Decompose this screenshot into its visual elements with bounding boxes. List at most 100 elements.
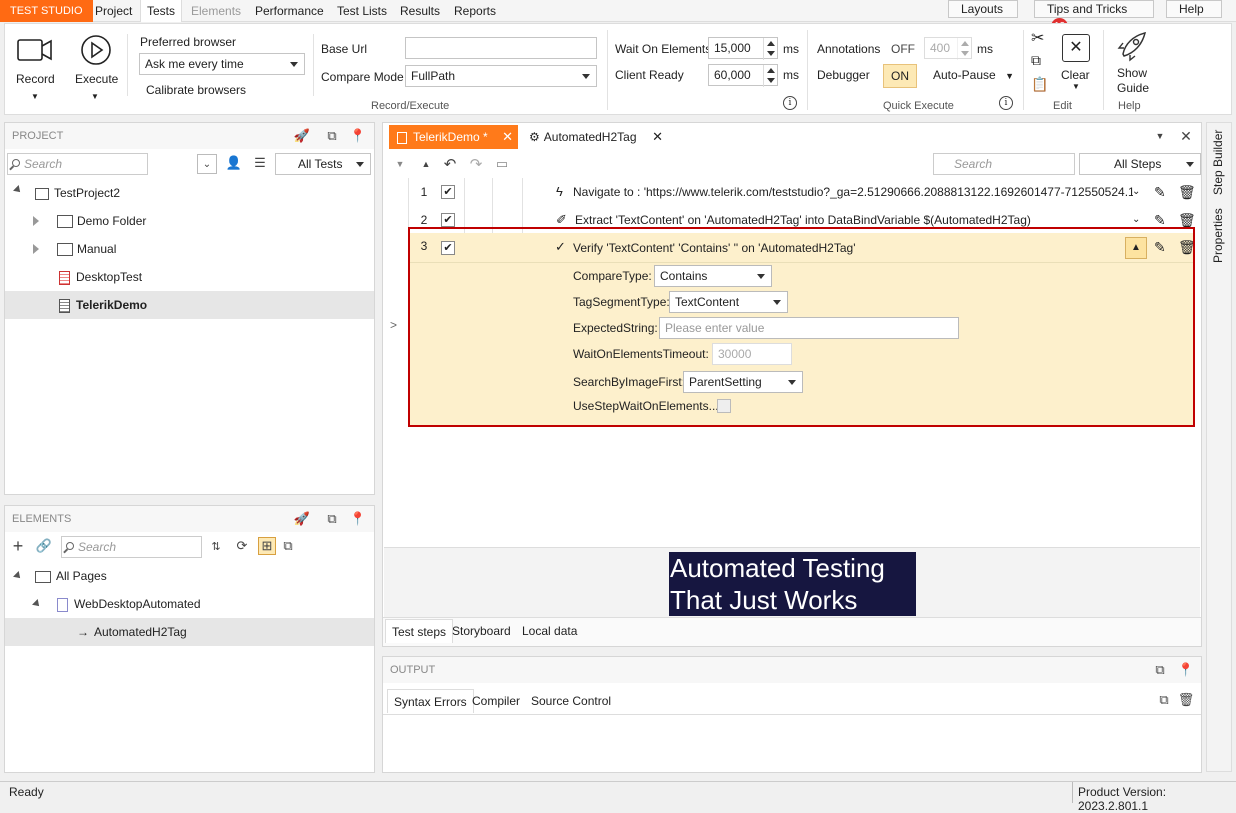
info-icon[interactable]: i bbox=[783, 96, 797, 110]
collapse-steps-icon[interactable]: ▼ bbox=[391, 155, 409, 173]
compare-type-select[interactable]: Contains bbox=[654, 265, 772, 287]
close-icon[interactable]: ✕ bbox=[652, 125, 663, 149]
tree-item-page[interactable]: WebDesktopAutomated bbox=[57, 590, 357, 618]
base-url-input[interactable] bbox=[405, 37, 597, 59]
copy-icon[interactable]: ⧉ bbox=[1031, 52, 1041, 69]
spinner-icon[interactable] bbox=[957, 38, 971, 60]
show-guide-button[interactable]: Show Guide bbox=[1109, 30, 1155, 96]
tab-list-icon[interactable]: ▼ bbox=[1151, 127, 1169, 145]
menu-reports[interactable]: Reports bbox=[448, 0, 502, 22]
tree-item-telerikdemo[interactable]: TelerikDemo bbox=[5, 291, 374, 319]
tab-test-steps[interactable]: Test steps bbox=[385, 619, 454, 643]
list-icon[interactable]: ☰ bbox=[251, 154, 269, 172]
expand-icon[interactable] bbox=[13, 185, 23, 195]
elements-search-input[interactable]: Search bbox=[61, 536, 202, 558]
pin-icon[interactable]: 📍 bbox=[1177, 661, 1195, 679]
collapse-all-icon[interactable]: ⌄ bbox=[197, 154, 217, 174]
info-icon[interactable]: i bbox=[999, 96, 1013, 110]
annotations-toggle[interactable]: OFF bbox=[891, 42, 915, 56]
edit-icon[interactable]: ✎ bbox=[1154, 178, 1166, 206]
tab-storyboard[interactable]: Storyboard bbox=[446, 619, 517, 643]
expand-icon[interactable] bbox=[33, 216, 39, 226]
tab-local-data[interactable]: Local data bbox=[516, 619, 583, 643]
tree-item-demo-folder[interactable]: Demo Folder bbox=[57, 207, 357, 235]
menu-performance[interactable]: Performance bbox=[249, 0, 330, 22]
debugger-toggle[interactable]: ON bbox=[883, 64, 917, 88]
tab-properties[interactable]: Properties bbox=[1211, 208, 1225, 263]
add-icon[interactable]: + bbox=[9, 536, 27, 556]
auto-pause-select[interactable]: Auto-Pause ▼ bbox=[933, 68, 1014, 82]
step-enabled-checkbox[interactable]: ✔ bbox=[441, 213, 455, 227]
tree-item-all-pages[interactable]: All Pages bbox=[35, 562, 365, 590]
delete-icon[interactable]: 🗑 bbox=[1178, 178, 1196, 206]
tips-and-tricks-button[interactable]: Tips and Tricks13 bbox=[1034, 0, 1154, 35]
menu-project[interactable]: Project bbox=[89, 0, 138, 22]
calibrate-browsers-button[interactable]: Calibrate browsers bbox=[146, 83, 246, 97]
compare-mode-select[interactable]: FullPath bbox=[405, 65, 597, 87]
rocket-icon[interactable]: 🚀 bbox=[293, 510, 311, 528]
steps-search-input[interactable]: Search bbox=[933, 153, 1075, 175]
cut-icon[interactable]: ✂ bbox=[1031, 28, 1044, 48]
popout-icon[interactable]: ⧉ bbox=[323, 127, 341, 145]
link-icon[interactable]: 🔗 bbox=[35, 537, 53, 555]
tab-compiler[interactable]: Compiler bbox=[466, 689, 526, 713]
menu-results[interactable]: Results bbox=[394, 0, 446, 22]
paste-icon[interactable]: 📋 bbox=[1031, 76, 1048, 93]
search-by-image-select[interactable]: ParentSetting bbox=[683, 371, 803, 393]
wait-timeout-input[interactable]: 30000 bbox=[712, 343, 792, 365]
chevron-down-icon[interactable]: ⌄ bbox=[1132, 178, 1140, 206]
popout-icon[interactable]: ⧉ bbox=[323, 510, 341, 528]
close-editor-icon[interactable]: ✕ bbox=[1177, 127, 1195, 145]
tree-item-desktoptest[interactable]: DesktopTest bbox=[59, 263, 359, 291]
tree-item-root[interactable]: TestProject2 bbox=[35, 179, 375, 207]
client-ready-input[interactable]: 60,000 bbox=[708, 64, 778, 87]
delete-icon[interactable]: 🗑 bbox=[1177, 691, 1195, 709]
expand-icon[interactable] bbox=[32, 599, 42, 609]
expected-string-input[interactable]: Please enter value bbox=[659, 317, 959, 339]
tab-syntax-errors[interactable]: Syntax Errors bbox=[387, 689, 474, 713]
duplicate-icon[interactable]: ⧉ bbox=[279, 537, 297, 555]
tab-telerikdemo[interactable]: TelerikDemo * ✕ bbox=[389, 125, 518, 149]
clear-button[interactable]: ✕ Clear ▼ bbox=[1059, 34, 1099, 96]
wait-on-elements-input[interactable]: 15,000 bbox=[708, 37, 778, 60]
menu-tests[interactable]: Tests bbox=[140, 0, 183, 22]
rocket-icon[interactable]: 🚀 bbox=[293, 127, 311, 145]
layouts-button[interactable]: Layouts ▼ bbox=[948, 0, 1018, 31]
steps-filter-select[interactable]: All Steps bbox=[1079, 153, 1201, 175]
tree-item-manual[interactable]: Manual bbox=[57, 235, 357, 263]
pin-icon[interactable]: 📍 bbox=[349, 510, 367, 528]
tree-item-element[interactable]: → AutomatedH2Tag bbox=[5, 618, 374, 646]
tab-step-builder[interactable]: Step Builder bbox=[1211, 130, 1225, 195]
expand-icon[interactable] bbox=[13, 571, 23, 581]
screenshot-icon[interactable]: ▭ bbox=[493, 155, 511, 173]
project-filter-select[interactable]: All Tests bbox=[275, 153, 371, 175]
spinner-icon[interactable] bbox=[763, 65, 777, 87]
undo-icon[interactable]: ↶ bbox=[441, 155, 459, 173]
preferred-browser-select[interactable]: Ask me every time bbox=[139, 53, 305, 75]
menu-test-lists[interactable]: Test Lists bbox=[331, 0, 393, 22]
sort-icon[interactable]: ⇅ bbox=[207, 537, 225, 555]
redo-icon[interactable]: ↷ bbox=[467, 155, 485, 173]
popout-icon[interactable]: ⧉ bbox=[1151, 661, 1169, 679]
move-up-icon[interactable]: ▲ bbox=[417, 155, 435, 173]
menu-elements[interactable]: Elements bbox=[185, 0, 247, 22]
tab-source-control[interactable]: Source Control bbox=[525, 689, 617, 713]
refresh-icon[interactable]: ⟳ bbox=[233, 537, 251, 555]
pin-icon[interactable]: 📍 bbox=[349, 127, 367, 145]
project-search-input[interactable]: Search bbox=[7, 153, 148, 175]
execute-button[interactable]: Execute ▼ bbox=[73, 34, 118, 101]
use-step-wait-checkbox[interactable] bbox=[717, 399, 731, 413]
highlight-toggle-icon[interactable]: ⊞ bbox=[258, 537, 276, 555]
tab-automatedh2tag[interactable]: ⚙ AutomatedH2Tag ✕ bbox=[521, 125, 663, 149]
copy-icon[interactable]: ⧉ bbox=[1155, 691, 1173, 709]
annotations-delay-input[interactable]: 400 bbox=[924, 37, 972, 60]
step-row-1[interactable]: 1 ✔ ϟ Navigate to : 'https://www.telerik… bbox=[384, 178, 1200, 206]
tag-segment-type-select[interactable]: TextContent bbox=[669, 291, 788, 313]
close-icon[interactable]: ✕ bbox=[502, 125, 513, 149]
step-enabled-checkbox[interactable]: ✔ bbox=[441, 185, 455, 199]
user-icon[interactable]: 👤 bbox=[225, 154, 243, 172]
help-menu-button[interactable]: Help ▼ bbox=[1166, 0, 1222, 31]
expand-icon[interactable] bbox=[33, 244, 39, 254]
chevron-right-icon[interactable]: > bbox=[390, 318, 397, 332]
record-button[interactable]: Record ▼ bbox=[15, 34, 55, 101]
